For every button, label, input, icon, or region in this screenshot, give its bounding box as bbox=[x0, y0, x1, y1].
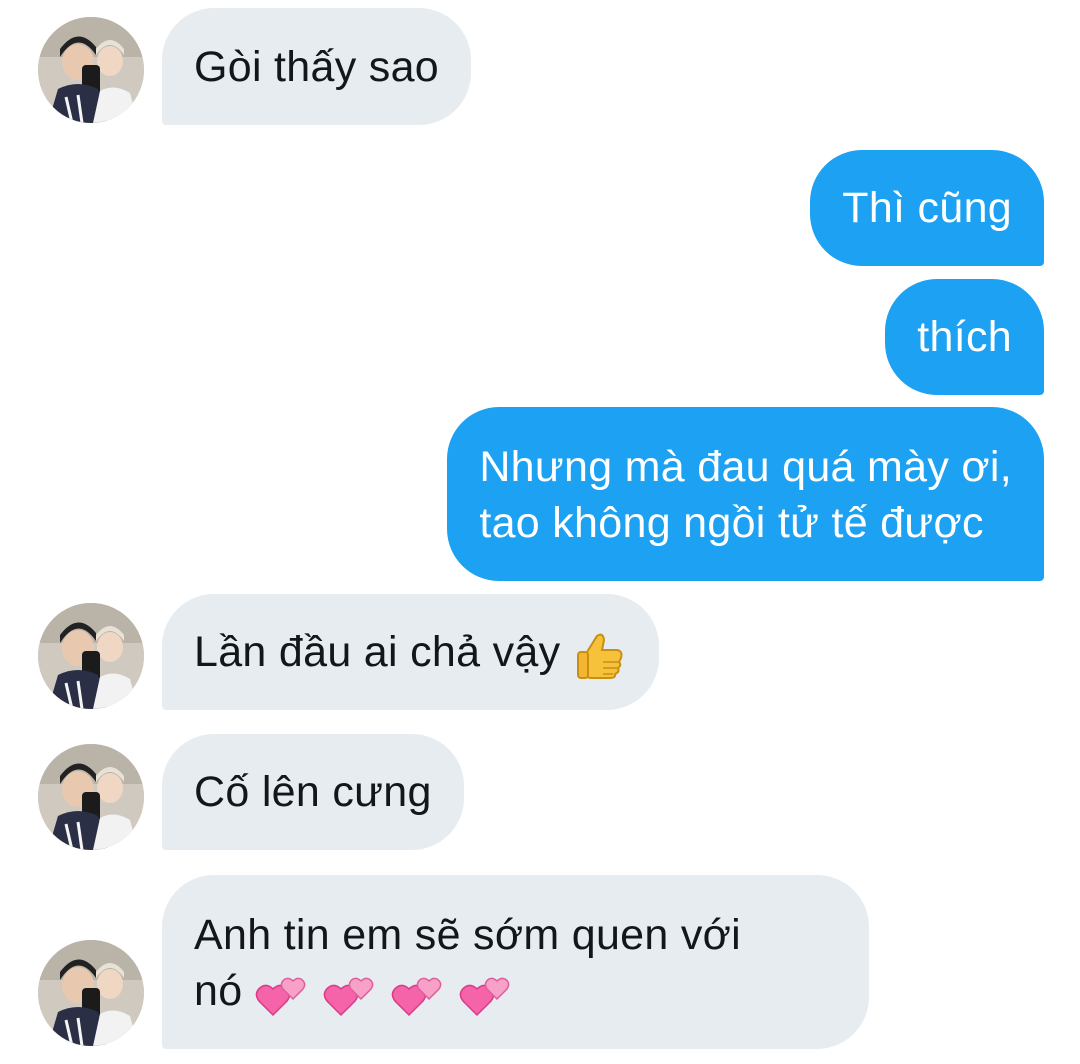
two-hearts-icon bbox=[391, 969, 447, 1019]
contact-avatar[interactable] bbox=[38, 603, 144, 709]
two-hearts-icon bbox=[255, 969, 311, 1019]
message-text: thích bbox=[917, 313, 1012, 361]
message-text: nó bbox=[194, 967, 243, 1015]
two-hearts-icon bbox=[323, 969, 379, 1019]
message-text: Cố lên cưng bbox=[194, 768, 432, 816]
message-text-line: nó bbox=[194, 963, 837, 1019]
contact-avatar[interactable] bbox=[38, 17, 144, 123]
contact-avatar[interactable] bbox=[38, 940, 144, 1046]
message-bubble-incoming[interactable]: Anh tin em sẽ sớm quen với nó bbox=[162, 875, 869, 1049]
message-bubble-outgoing[interactable]: Thì cũng bbox=[810, 150, 1044, 266]
message-text: Gòi thấy sao bbox=[194, 43, 440, 91]
message-bubble-incoming[interactable]: Lần đầu ai chả vậy bbox=[162, 594, 659, 710]
message-bubble-incoming[interactable]: Gòi thấy sao bbox=[162, 8, 472, 125]
thumbs-up-icon bbox=[573, 628, 627, 682]
message-text-line: Anh tin em sẽ sớm quen với bbox=[194, 911, 741, 959]
chat-thread: Gòi thấy sao Thì cũng thích Nhưng mà đau… bbox=[0, 0, 1080, 1064]
message-bubble-outgoing[interactable]: thích bbox=[885, 279, 1044, 395]
message-text: Lần đầu ai chả vậy bbox=[194, 628, 561, 676]
contact-avatar[interactable] bbox=[38, 744, 144, 850]
message-text-line: Nhưng mà đau quá mày ơi, bbox=[479, 443, 1012, 491]
message-bubble-incoming[interactable]: Cố lên cưng bbox=[162, 734, 464, 850]
message-text: Thì cũng bbox=[842, 184, 1012, 232]
message-text-line: tao không ngồi tử tế được bbox=[479, 499, 984, 547]
message-bubble-outgoing[interactable]: Nhưng mà đau quá mày ơi, tao không ngồi … bbox=[447, 407, 1044, 581]
two-hearts-icon bbox=[459, 969, 515, 1019]
